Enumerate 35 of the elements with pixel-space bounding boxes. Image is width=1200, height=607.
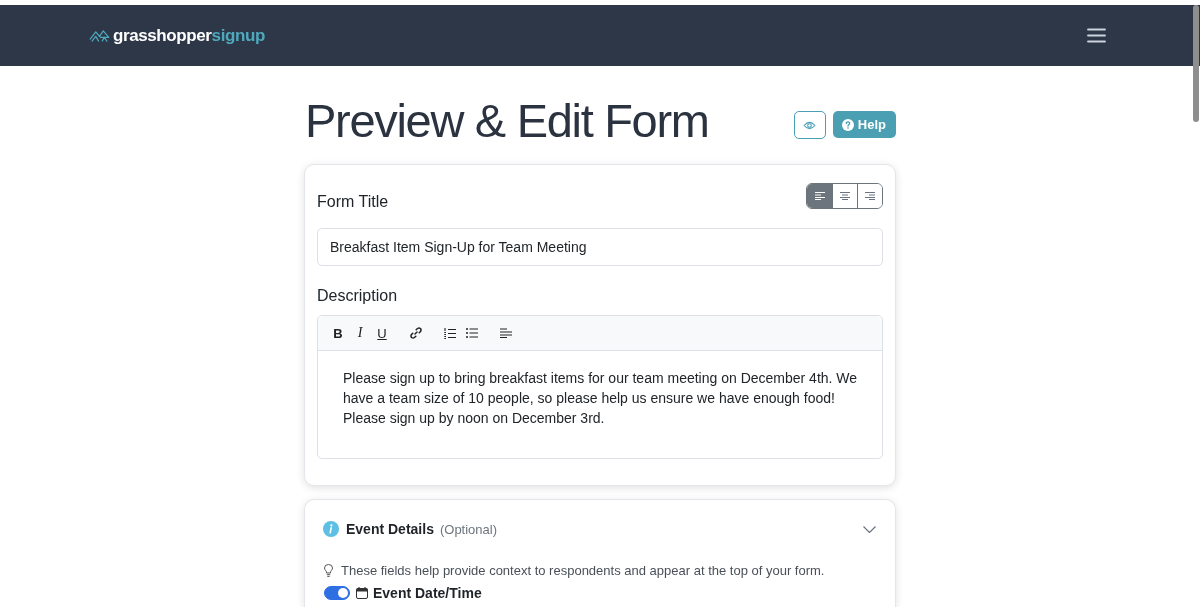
align-right-icon bbox=[865, 192, 875, 200]
description-label: Description bbox=[317, 286, 399, 306]
form-title-label: Form Title bbox=[317, 192, 389, 212]
menu-button[interactable] bbox=[1087, 28, 1106, 43]
event-details-title: Event Details bbox=[346, 521, 434, 537]
chevron-down-icon bbox=[863, 525, 876, 533]
bullet-list-icon bbox=[466, 328, 478, 338]
description-text[interactable]: Please sign up to bring breakfast items for our team meeting on December 4th. We have a team size of 10 people, so please help us ensure we have enough food! Please sign up by noon on December 3rd. bbox=[318, 351, 882, 458]
underline-button[interactable]: U bbox=[371, 322, 393, 344]
eye-icon bbox=[803, 120, 817, 130]
align-left-icon bbox=[814, 192, 825, 200]
logo-link[interactable]: grasshoppersignup bbox=[89, 25, 265, 46]
scrollbar-thumb[interactable] bbox=[1193, 5, 1199, 122]
align-right-button[interactable] bbox=[857, 184, 882, 208]
collapse-toggle-button[interactable] bbox=[863, 525, 876, 533]
calendar-icon bbox=[356, 587, 368, 599]
italic-button[interactable]: I bbox=[349, 322, 371, 344]
align-left-icon bbox=[500, 328, 512, 338]
lightbulb-icon bbox=[324, 564, 333, 577]
form-title-input[interactable]: Breakfast Item Sign-Up for Team Meeting bbox=[317, 228, 883, 266]
link-icon bbox=[410, 327, 422, 339]
logo-icon bbox=[89, 29, 110, 42]
align-center-icon bbox=[840, 192, 850, 200]
page-title: Preview & Edit Form bbox=[305, 93, 709, 149]
help-icon bbox=[841, 118, 854, 131]
align-left-button[interactable] bbox=[807, 184, 832, 208]
numbered-list-icon bbox=[444, 327, 456, 339]
hint-text: These fields help provide context to respondents and appear at the top of your form. bbox=[341, 563, 825, 578]
preview-button[interactable] bbox=[793, 111, 826, 139]
toggle-switch[interactable] bbox=[324, 586, 350, 600]
event-date-time-label: Event Date/Time bbox=[373, 585, 482, 601]
info-icon bbox=[323, 521, 339, 537]
bold-button[interactable]: B bbox=[327, 322, 349, 344]
optional-note: (Optional) bbox=[439, 521, 497, 537]
menu-icon bbox=[1087, 28, 1106, 43]
